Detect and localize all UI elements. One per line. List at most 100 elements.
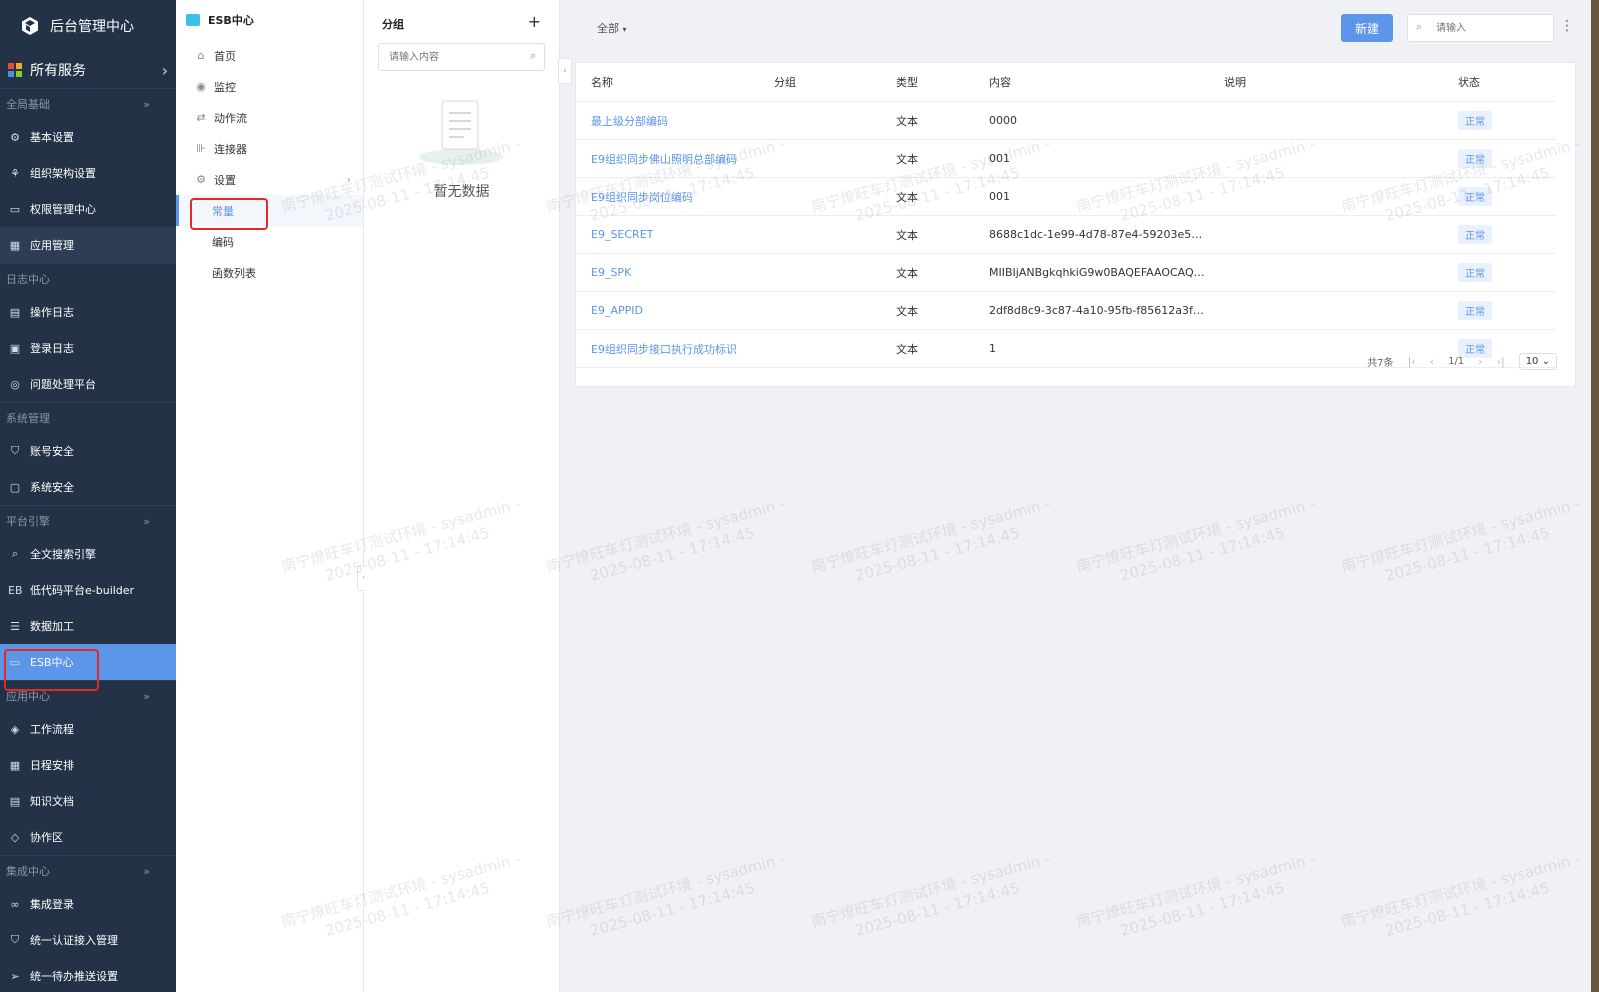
menu-item-home[interactable]: ⌂ 首页 bbox=[176, 40, 363, 71]
menu-sub-encoding[interactable]: 编码 bbox=[176, 226, 363, 257]
esb-logo-icon bbox=[186, 14, 200, 26]
watermark-line: 2025-08-11 - 17:14:45 bbox=[1383, 878, 1552, 940]
menu-item-monitor[interactable]: ◉ 监控 bbox=[176, 71, 363, 102]
filter-dropdown[interactable]: 全部 ▾ bbox=[597, 20, 627, 36]
next-page-icon[interactable]: › bbox=[1478, 355, 1482, 368]
group-head-system[interactable]: 系统管理 bbox=[0, 402, 176, 433]
cell-name[interactable]: 最上级分部编码 bbox=[576, 101, 759, 140]
group-head-engine[interactable]: 平台引擎 » bbox=[0, 505, 176, 536]
more-options-icon[interactable]: ⋮ bbox=[1560, 18, 1574, 34]
sidebar-item-fulltext-search[interactable]: ⌕ 全文搜索引擎 bbox=[0, 536, 176, 572]
brand[interactable]: 后台管理中心 bbox=[0, 0, 176, 52]
table-row[interactable]: E9_SPK 文本 MIIBIjANBgkqhkiG9w0BAQEFAAOCAQ8.… bbox=[576, 253, 1556, 292]
cell-status: 正常 bbox=[1443, 215, 1556, 254]
sidebar-item-issue-platform[interactable]: ◎ 问题处理平台 bbox=[0, 366, 176, 402]
cell-desc bbox=[1209, 291, 1443, 330]
watermark-text: 南宁燎旺车灯测试环境 - sysadmin -2025-08-11 - 17:1… bbox=[1339, 849, 1588, 951]
cell-type: 文本 bbox=[881, 291, 974, 330]
group-search-input[interactable] bbox=[387, 44, 521, 70]
sidebar-item-permission-center[interactable]: ▭ 权限管理中心 bbox=[0, 191, 176, 227]
gear-icon: ⚙ bbox=[10, 130, 20, 144]
sidebar-item-knowledge-docs[interactable]: ▤ 知识文档 bbox=[0, 783, 176, 819]
cell-status: 正常 bbox=[1443, 291, 1556, 330]
watermark-line: 2025-08-11 - 17:14:45 bbox=[588, 878, 757, 940]
page-size-select[interactable]: 10 ⌄ bbox=[1518, 353, 1557, 370]
page-indicator: 1/1 bbox=[1448, 356, 1465, 367]
pagination: 共7条 |‹ ‹ 1/1 › ›| 10 ⌄ bbox=[1367, 353, 1557, 370]
main-search: ⌕ bbox=[1407, 14, 1554, 42]
chevron-right-icon: › bbox=[161, 60, 168, 80]
main-sidebar: 后台管理中心 所有服务 › 全局基础 » ⚙ 基本设置 ⚘ 组织架构设置 ▭ 权限管理… bbox=[0, 0, 176, 992]
cell-name[interactable]: E9组织同步接口执行成功标识 bbox=[576, 329, 759, 368]
sidebar-item-workflow[interactable]: ◈ 工作流程 bbox=[0, 711, 176, 747]
cell-group bbox=[759, 215, 881, 254]
cell-type: 文本 bbox=[881, 139, 974, 178]
sidebar-item-ebuilder[interactable]: EB 低代码平台e-builder bbox=[0, 572, 176, 608]
sidebar-item-system-security[interactable]: ▢ 系统安全 bbox=[0, 469, 176, 505]
link-icon: ∞ bbox=[10, 897, 20, 911]
sidebar-item-app-management[interactable]: ▦ 应用管理 bbox=[0, 227, 176, 263]
prev-page-icon[interactable]: ‹ bbox=[1430, 355, 1434, 368]
last-page-icon[interactable]: ›| bbox=[1497, 355, 1505, 368]
sidebar-item-login-log[interactable]: ▣ 登录日志 bbox=[0, 330, 176, 366]
table-row[interactable]: E9组织同步佛山照明总部编码 文本 001 正常 bbox=[576, 139, 1556, 178]
sidebar-item-collab-area[interactable]: ◇ 协作区 bbox=[0, 819, 176, 855]
sidebar-item-unified-auth[interactable]: ⛉ 统一认证接入管理 bbox=[0, 922, 176, 958]
cell-name[interactable]: E9组织同步岗位编码 bbox=[576, 177, 759, 216]
cell-name[interactable]: E9_SECRET bbox=[576, 215, 759, 254]
sidebar-item-operation-log[interactable]: ▤ 操作日志 bbox=[0, 294, 176, 330]
cell-name[interactable]: E9组织同步佛山照明总部编码 bbox=[576, 139, 759, 178]
sidebar-item-basic-settings[interactable]: ⚙ 基本设置 bbox=[0, 119, 176, 155]
status-badge: 正常 bbox=[1458, 301, 1492, 320]
new-button[interactable]: 新建 bbox=[1341, 14, 1393, 42]
watermark-text: 南宁燎旺车灯测试环境 - sysadmin -2025-08-11 - 17:1… bbox=[1074, 849, 1323, 951]
column-header[interactable]: 内容 bbox=[974, 63, 1209, 102]
column-header[interactable]: 名称 bbox=[576, 63, 759, 102]
cell-status: 正常 bbox=[1443, 101, 1556, 140]
table-row[interactable]: E9_APPID 文本 2df8d8c9-3c87-4a10-95fb-f85612… bbox=[576, 291, 1556, 330]
search-icon[interactable]: ⌕ bbox=[530, 49, 536, 63]
all-services-label: 所有服务 bbox=[30, 63, 86, 79]
watermark-text: 南宁燎旺车灯测试环境 - sysadmin -2025-08-11 - 17:1… bbox=[544, 849, 793, 951]
menu-sub-function-list[interactable]: 函数列表 bbox=[176, 257, 363, 288]
cell-type: 文本 bbox=[881, 101, 974, 140]
sidebar-item-data-processing[interactable]: ☰ 数据加工 bbox=[0, 608, 176, 644]
sidebar-item-schedule[interactable]: ▦ 日程安排 bbox=[0, 747, 176, 783]
column-header[interactable]: 说明 bbox=[1209, 63, 1443, 102]
cell-type: 文本 bbox=[881, 253, 974, 292]
group-head-integration[interactable]: 集成中心 » bbox=[0, 855, 176, 886]
menu-item-connector[interactable]: ⊪ 连接器 bbox=[176, 133, 363, 164]
menu-item-action-flow[interactable]: ⇄ 动作流 bbox=[176, 102, 363, 133]
menu-item-settings[interactable]: ⚙ 设置 › bbox=[176, 164, 363, 195]
shield-icon: ⛉ bbox=[10, 444, 20, 457]
collapse-group-toggle[interactable]: ‹ bbox=[558, 58, 572, 84]
table-row[interactable]: 最上级分部编码 文本 0000 正常 bbox=[576, 101, 1556, 140]
flow-icon: ⇄ bbox=[196, 111, 206, 124]
cell-group bbox=[759, 177, 881, 216]
all-services-button[interactable]: 所有服务 › bbox=[0, 52, 176, 88]
group-head-log[interactable]: 日志中心 bbox=[0, 263, 176, 294]
watermark-line: 2025-08-11 - 17:14:45 bbox=[853, 523, 1022, 585]
sidebar-item-todo-push[interactable]: ➢ 统一待办推送设置 bbox=[0, 958, 176, 992]
add-group-button[interactable]: + bbox=[528, 12, 541, 31]
sidebar-item-sso[interactable]: ∞ 集成登录 bbox=[0, 886, 176, 922]
cell-name[interactable]: E9_APPID bbox=[576, 291, 759, 330]
first-page-icon[interactable]: |‹ bbox=[1408, 355, 1416, 368]
sidebar-item-org-settings[interactable]: ⚘ 组织架构设置 bbox=[0, 155, 176, 191]
column-header[interactable]: 分组 bbox=[759, 63, 881, 102]
org-tree-icon: ⚘ bbox=[10, 166, 20, 180]
column-header[interactable]: 状态 bbox=[1443, 63, 1556, 102]
cell-name[interactable]: E9_SPK bbox=[576, 253, 759, 292]
handshake-icon: ◇ bbox=[10, 830, 20, 844]
group-head-global[interactable]: 全局基础 » bbox=[0, 88, 176, 119]
search-icon: ⌕ bbox=[11, 547, 19, 560]
cell-content: 2df8d8c9-3c87-4a10-95fb-f85612a3fc16 bbox=[974, 291, 1209, 330]
main-search-input[interactable] bbox=[1434, 15, 1548, 41]
table-row[interactable]: E9_SECRET 文本 8688c1dc-1e99-4d78-87e4-59203… bbox=[576, 215, 1556, 254]
cell-desc bbox=[1209, 139, 1443, 178]
group-search: ⌕ bbox=[378, 43, 545, 71]
column-header[interactable]: 类型 bbox=[881, 63, 974, 102]
sidebar-item-account-security[interactable]: ⛉ 账号安全 bbox=[0, 433, 176, 469]
constants-table: 名称 分组 类型 内容 说明 状态 最上级分部编码 文本 0000 正常 E9组织同步佛… bbox=[576, 63, 1556, 368]
table-row[interactable]: E9组织同步岗位编码 文本 001 正常 bbox=[576, 177, 1556, 216]
